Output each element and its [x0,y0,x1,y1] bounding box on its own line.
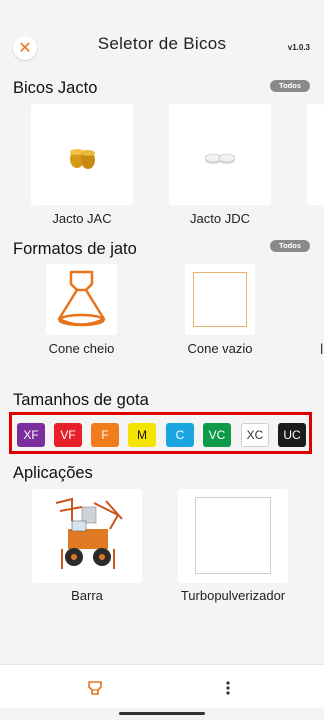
turbo-sprayer-image [195,497,271,574]
drop-chip-m[interactable]: M [128,423,156,447]
drop-chip-c[interactable]: C [166,423,194,447]
nozzle-icon [88,681,102,695]
home-indicator-bar [119,712,205,715]
filter-all-nozzles[interactable]: Todos [270,80,310,92]
drop-chip-uc[interactable]: UC [278,423,306,447]
nozzle-nav-button[interactable] [80,675,110,701]
nozzle-label-jdc: Jacto JDC [190,211,250,226]
section-title-jet-formats: Formatos de jato [13,240,137,258]
drop-size-selector: XF VF F M C VC XC UC [9,412,312,454]
application-card-boom[interactable] [32,489,142,583]
more-options-button[interactable] [218,675,238,701]
hollow-cone-image [193,272,247,327]
more-vert-icon [226,681,230,695]
nozzle-card-jac[interactable] [31,104,133,205]
filter-all-jet-formats[interactable]: Todos [270,240,310,252]
application-label-turbo: Turbopulverizador [180,588,286,603]
drop-chip-f[interactable]: F [91,423,119,447]
full-cone-icon [57,270,106,327]
jet-card-full-cone[interactable] [46,264,117,335]
nozzle-jdc-image [204,153,236,164]
drop-chip-vf[interactable]: VF [54,423,82,447]
version-label: v1.0.3 [287,43,310,52]
drop-chip-vc[interactable]: VC [203,423,231,447]
jet-label-full-cone: Cone cheio [48,341,115,356]
app-header: ✕ Seletor de Bicos v1.0.3 [0,0,324,70]
page-title: Seletor de Bicos [97,34,227,53]
application-label-boom: Barra [71,588,103,603]
section-title-nozzles: Bicos Jacto [13,79,98,97]
bottom-navigation [0,664,324,708]
jet-label-partial: | [320,341,324,354]
drop-chip-xc[interactable]: XC [241,423,269,447]
drop-chip-xf[interactable]: XF [17,423,45,447]
application-card-turbo[interactable] [178,489,288,583]
nozzle-label-jac: Jacto JAC [52,211,112,226]
section-title-applications: Aplicações [13,464,93,482]
section-title-drop-sizes: Tamanhos de gota [13,391,149,409]
jet-card-hollow-cone[interactable] [185,264,255,335]
nozzle-jac-image [70,149,95,169]
nozzle-card-partial[interactable] [307,104,324,205]
boom-sprayer-image [55,497,123,569]
home-indicator [0,708,324,720]
nozzle-card-jdc[interactable] [169,104,271,205]
jet-label-hollow-cone: Cone vazio [187,341,253,356]
